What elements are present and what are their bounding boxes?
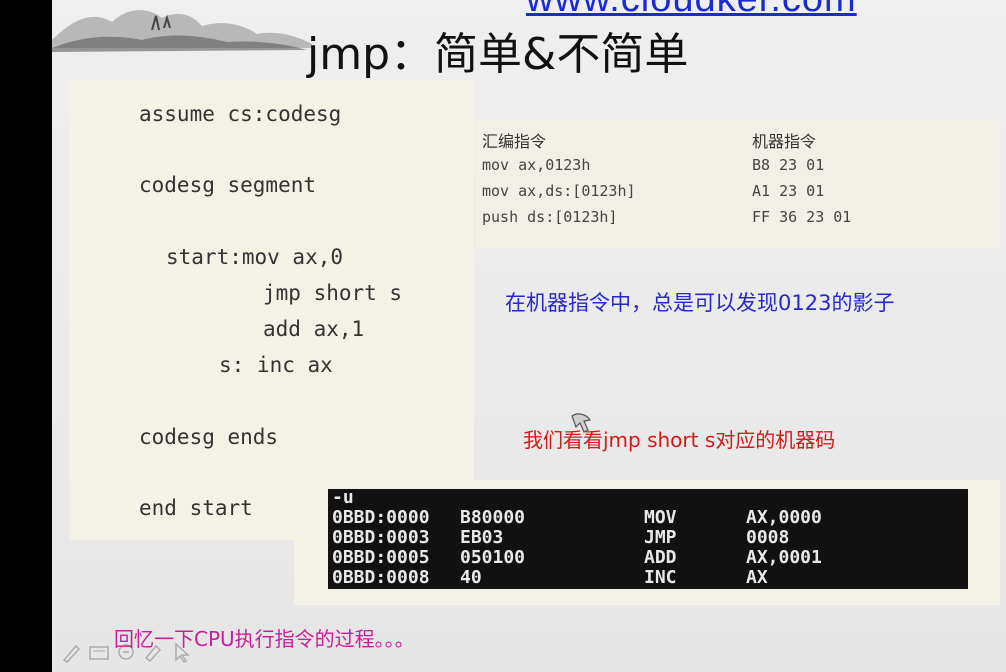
table-cell-machine: FF 36 23 01 (752, 208, 852, 226)
debug-operand: 0008 (746, 527, 790, 548)
table-cell-asm: push ds:[0123h] (482, 208, 618, 226)
debug-address: 0BBD:0000 (332, 507, 430, 528)
debug-address: 0BBD:0008 (332, 567, 430, 588)
code-line: end start (139, 496, 253, 520)
debug-address: 0BBD:0005 (332, 547, 430, 568)
debug-machine-code: EB03 (460, 527, 504, 548)
slides-icon[interactable] (89, 646, 109, 660)
debug-unassemble-output: -u 0BBD:0000 B80000 MOV AX,0000 0BBD:000… (328, 487, 968, 589)
assembly-code-panel: assume cs:codesg codesg segment start:mo… (69, 80, 474, 540)
left-black-bar (0, 0, 52, 672)
mouse-cursor-icon (571, 413, 592, 433)
highlighter-icon[interactable] (144, 644, 162, 663)
table-cell-asm: mov ax,0123h (482, 156, 591, 174)
pen-icon[interactable] (62, 644, 81, 663)
debug-opcode: ADD (644, 547, 677, 568)
code-line: codesg segment (139, 173, 317, 197)
code-line: codesg ends (139, 425, 279, 449)
debug-operand: AX,0000 (746, 507, 822, 528)
debug-address: 0BBD:0003 (332, 527, 430, 548)
shadow-note: 在机器指令中，总是可以发现0123的影子 (505, 291, 895, 315)
presentation-toolbar (60, 640, 210, 668)
table-header-asm: 汇编指令 (482, 132, 547, 151)
slide-title: jmp：简单&不简单 (307, 29, 689, 80)
zoom-icon[interactable] (118, 644, 134, 660)
code-line: s: inc ax (219, 353, 333, 377)
debug-machine-code: 050100 (460, 547, 526, 568)
instruction-comparison-table: 汇编指令 机器指令 mov ax,0123h B8 23 01 mov ax,d… (476, 120, 1000, 248)
table-cell-machine: A1 23 01 (752, 182, 825, 200)
debug-operand: AX (746, 567, 768, 588)
debug-machine-code: 40 (460, 567, 482, 588)
code-line: assume cs:codesg (139, 102, 342, 126)
table-cell-machine: B8 23 01 (752, 156, 825, 174)
debug-operand: AX,0001 (746, 547, 822, 568)
debug-opcode: INC (644, 567, 677, 588)
code-line: add ax,1 (263, 317, 365, 341)
table-cell-asm: mov ax,ds:[0123h] (482, 182, 636, 200)
code-line: start:mov ax,0 (166, 245, 344, 269)
debug-opcode: JMP (644, 527, 677, 548)
pointer-icon[interactable] (175, 642, 190, 663)
code-line: jmp short s (263, 281, 403, 305)
table-header-machine: 机器指令 (752, 132, 817, 151)
debug-machine-code: B80000 (460, 507, 526, 528)
debug-opcode: MOV (644, 507, 677, 528)
debug-prompt: -u (332, 487, 354, 508)
slide: www.cloudker.com jmp：简单&不简单 assume cs:co… (52, 0, 1006, 672)
